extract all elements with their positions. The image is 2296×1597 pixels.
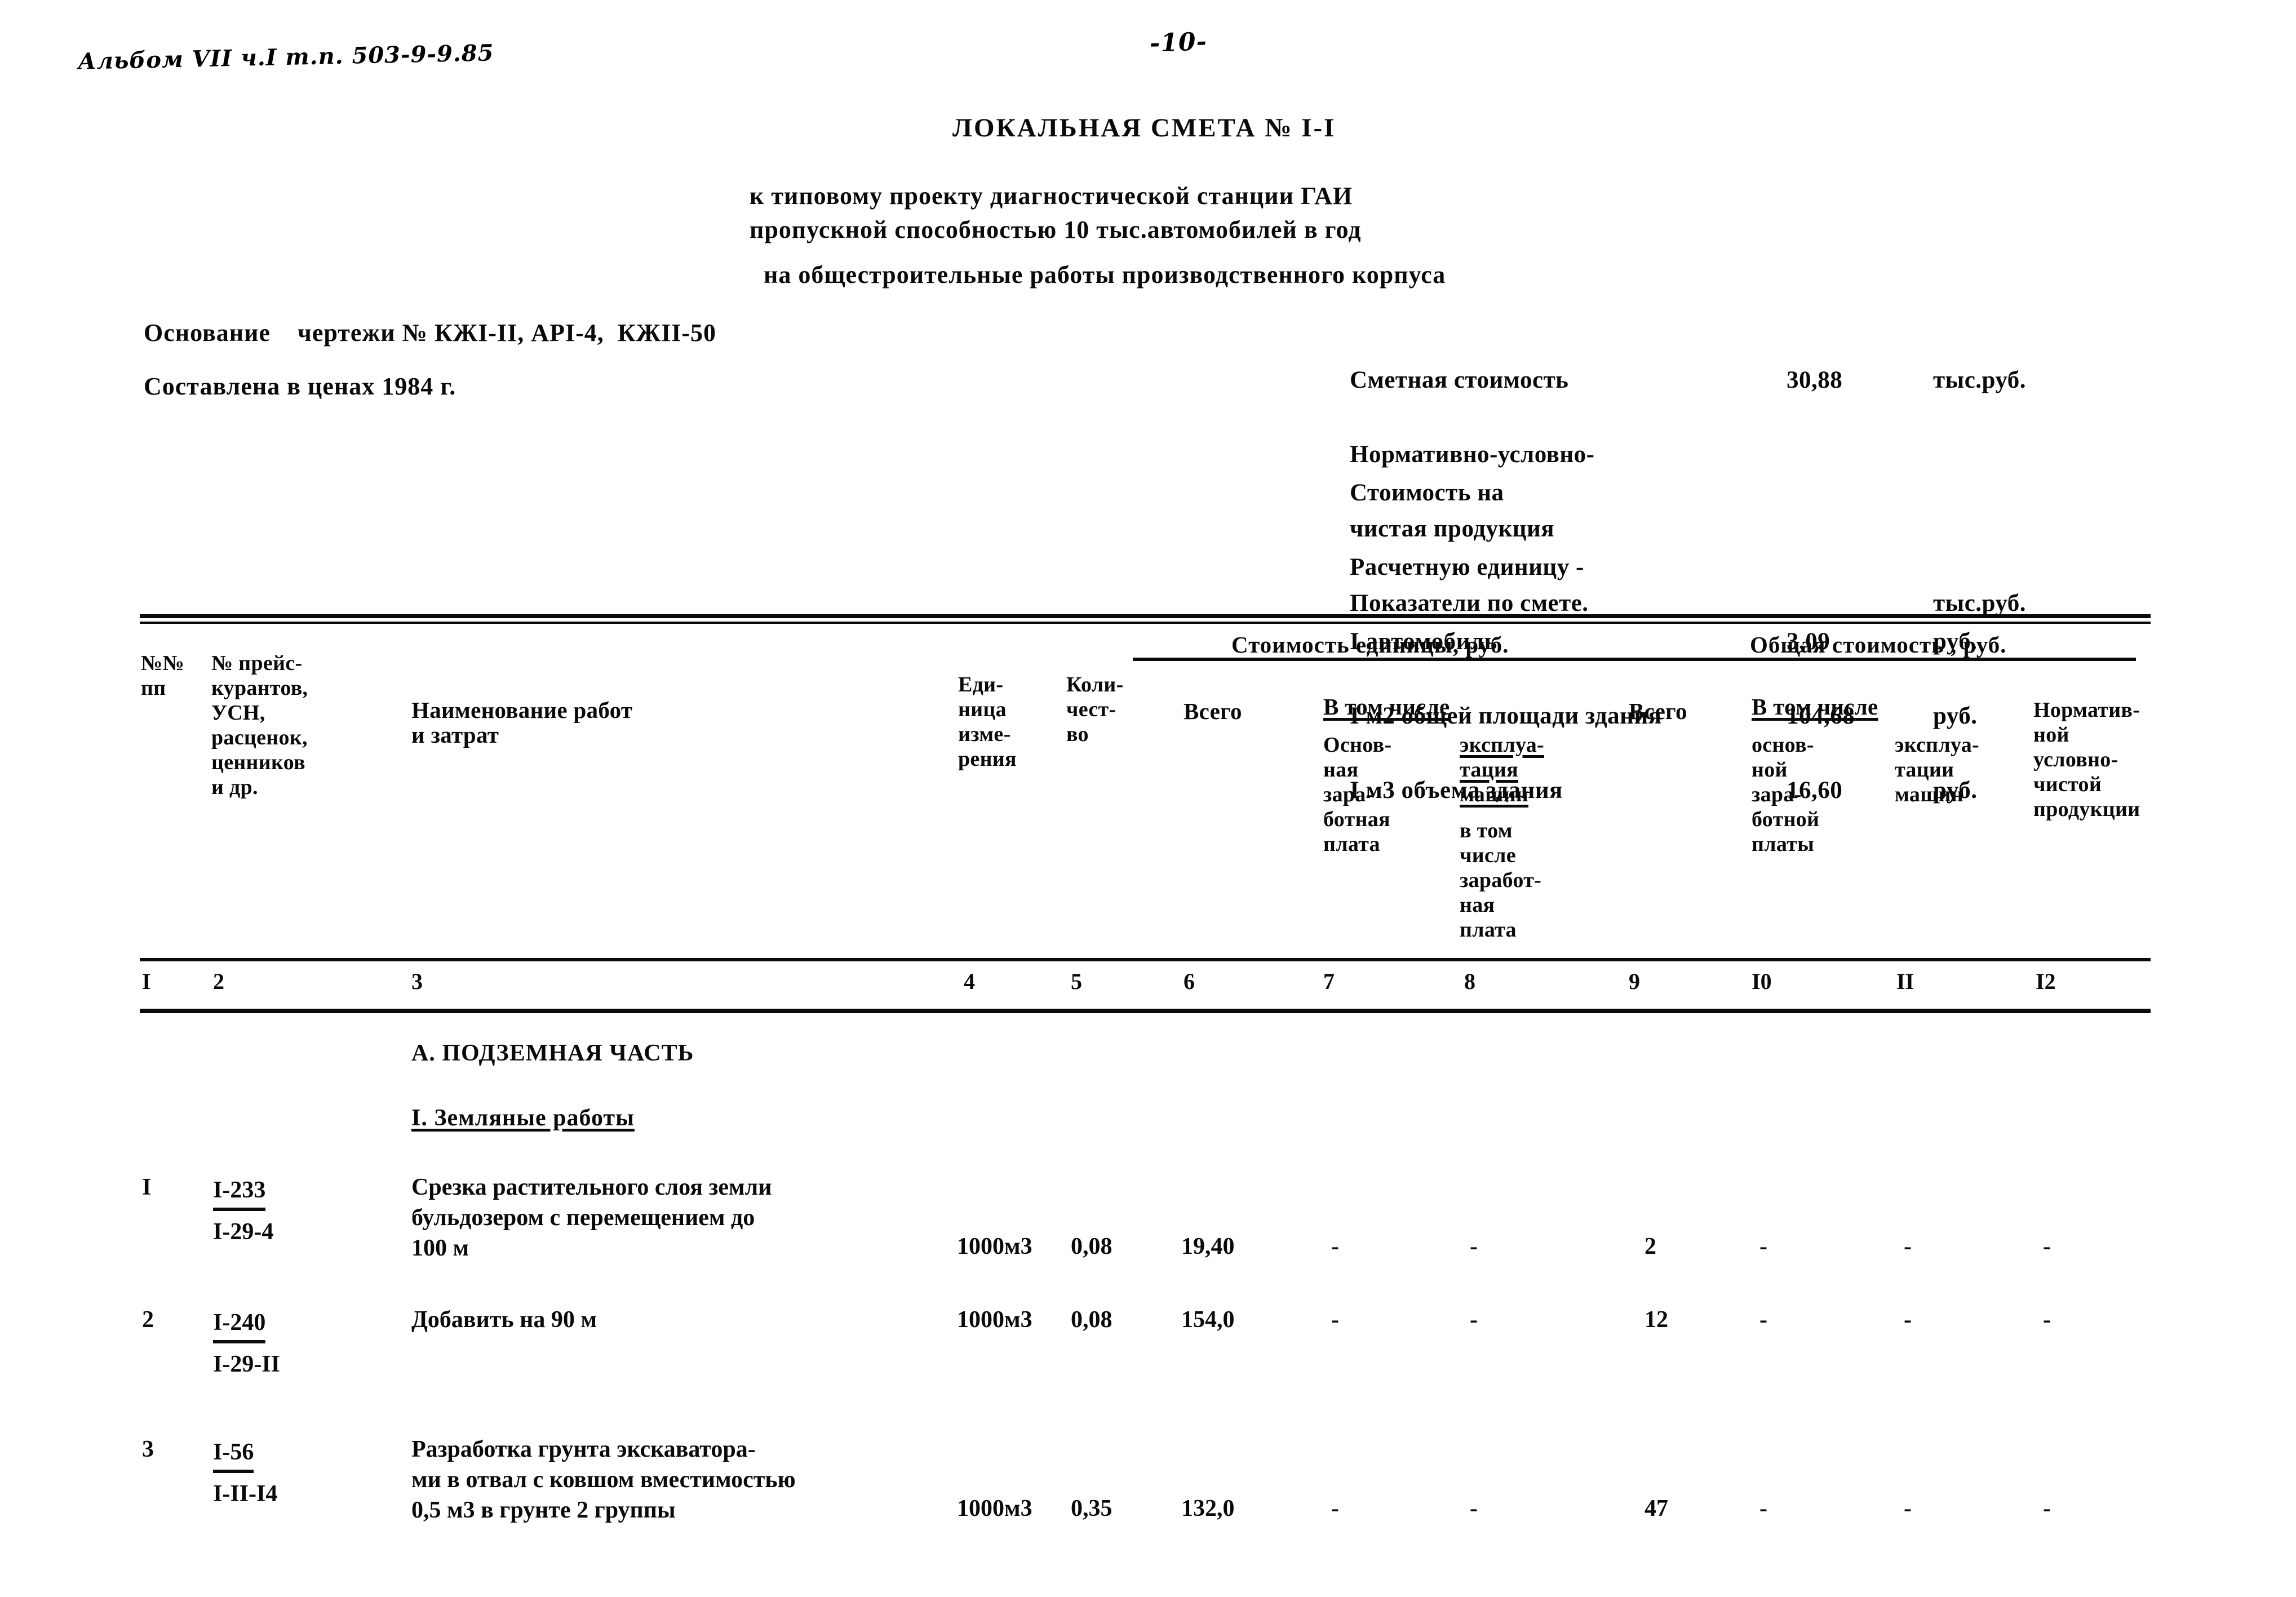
column-number-bottom-rule [140, 1009, 2151, 1013]
table-row-number: I [142, 1174, 152, 1200]
summary-unit: тыс.руб. [1933, 367, 2027, 393]
table-row-unit-machine: - [1470, 1307, 1478, 1333]
column-number-top-rule [140, 958, 2151, 961]
code-denominator: I-29-II [213, 1351, 281, 1377]
page-title: ЛОКАЛЬНАЯ СМЕТА № I-I [952, 113, 1336, 143]
basis-line: Основание чертежи № КЖI-II, АРI-4, КЖII-… [144, 318, 716, 347]
column-header-1: №№ пп [141, 651, 184, 700]
table-row-qty: 0,08 [1071, 1307, 1112, 1333]
column-number-5: 5 [1071, 969, 1082, 994]
table-row-total-machine: - [1904, 1496, 1912, 1521]
column-number-6: 6 [1184, 969, 1195, 994]
column-header-5: Коли- чест- во [1066, 673, 1124, 746]
subtitle-line-1: к типовому проекту диагностической станц… [750, 179, 1362, 247]
basis-value: чертежи № КЖI-II, АРI-4, КЖII-50 [298, 319, 717, 347]
column-header-2: № прейс- курантов, УСН, расценок, ценник… [211, 651, 308, 799]
table-row-unit-machine: - [1470, 1234, 1478, 1259]
code-numerator: I-233 [213, 1174, 266, 1211]
unit-cost-label: Стоимость на [1350, 480, 1504, 506]
table-row-nucp: - [2043, 1307, 2051, 1333]
unit-cost-label: Расчетную единицу - [1350, 554, 1584, 580]
unit-cost-unit: руб. [1933, 703, 1978, 729]
table-row-description: Разработка грунта экскаватора- ми в отва… [411, 1436, 796, 1523]
page-number: -10- [1149, 27, 1208, 58]
column-header-4: Еди- ница изме- рения [958, 673, 1017, 771]
table-row-unit-total: 132,0 [1181, 1496, 1235, 1521]
table-row-total: 2 [1645, 1234, 1656, 1259]
section-header-earthworks: I. Земляные работы [411, 1105, 635, 1131]
table-row-unit-machine: - [1470, 1496, 1478, 1521]
subtitle-text-1: к типовому проекту диагностической станц… [750, 182, 1353, 210]
document-page: Альбом VII ч.I т.п. 503-9-9.85 -10- ЛОКА… [0, 0, 2296, 1597]
column-header-11: эксплуа- тации машин [1895, 733, 1980, 806]
column-header-10: основ- ной зара- ботной платы [1752, 733, 1820, 856]
table-row-unit-wage: - [1331, 1496, 1339, 1521]
code-denominator: I-29-4 [213, 1219, 274, 1245]
subtitle-line-3: на общестроительные работы производствен… [764, 261, 1446, 289]
code-denominator: I-II-I4 [213, 1481, 278, 1507]
column-number-8: 8 [1464, 969, 1475, 994]
summary-row: Сметная стоимость 30,88 тыс.руб. [1350, 368, 2026, 393]
table-row-unit-total: 19,40 [1181, 1234, 1235, 1259]
table-row-unit: 1000м3 [957, 1234, 1032, 1259]
table-row-total-machine: - [1904, 1307, 1912, 1333]
table-row-unit-wage: - [1331, 1307, 1339, 1333]
column-header-6: Всего [1184, 698, 1242, 724]
column-header-10-group: В том числе [1752, 694, 1878, 720]
table-row-total: 47 [1645, 1496, 1668, 1521]
table-row-nucp: - [2043, 1234, 2051, 1259]
column-header-9: Всего [1629, 698, 1687, 724]
table-row-nucp: - [2043, 1496, 2051, 1521]
column-header-8b: в том числе заработ- ная плата [1460, 819, 1542, 942]
table-row-code: I-233 I-29-4 [213, 1174, 273, 1248]
table-top-rule [140, 614, 2151, 618]
group-header-total-cost: Общая стоимость , руб. [1750, 632, 2007, 658]
column-number-11: II [1896, 969, 1914, 994]
column-number-2: 2 [213, 969, 224, 994]
table-row-unit-wage: - [1331, 1234, 1339, 1259]
prices-line: Составлена в ценах 1984 г. [144, 372, 456, 400]
table-row-total: 12 [1645, 1307, 1668, 1333]
column-number-12: I2 [2036, 969, 2056, 994]
table-row-description: Добавить на 90 м [411, 1307, 597, 1333]
column-number-1: I [142, 969, 151, 994]
table-row-total-machine: - [1904, 1234, 1912, 1259]
unit-cost-row: Стоимость на [1350, 481, 1504, 505]
table-row-unit: 1000м3 [957, 1307, 1032, 1333]
column-header-7-group: В том числе [1323, 694, 1450, 720]
code-numerator: I-56 [213, 1436, 254, 1473]
table-top-rule-2 [140, 622, 2151, 624]
table-row-total-wage: - [1759, 1496, 1767, 1521]
section-header-underground: А. ПОДЗЕМНАЯ ЧАСТЬ [411, 1040, 694, 1066]
column-header-12: Норматив- ной условно- чистой продукции [2033, 698, 2140, 821]
summary-unit: тыс.руб. [1933, 590, 2027, 616]
basis-label: Основание [144, 319, 271, 347]
table-row-qty: 0,35 [1071, 1496, 1112, 1521]
column-number-3: 3 [411, 969, 423, 994]
table-row-code: I-240 I-29-II [213, 1306, 280, 1381]
table-row-code: I-56 I-II-I4 [213, 1436, 277, 1510]
table-row-total-wage: - [1759, 1307, 1767, 1333]
summary-label: Сметная стоимость [1350, 367, 1569, 393]
code-numerator: I-240 [213, 1306, 266, 1343]
summary-value: 30,88 [1787, 367, 1843, 393]
column-header-7: Основ- ная зара- ботная плата [1323, 733, 1392, 856]
column-number-9: 9 [1629, 969, 1640, 994]
group-header-unit-cost: Стоимость единицы, руб. [1231, 632, 1509, 658]
table-row-qty: 0,08 [1071, 1234, 1112, 1259]
column-number-10: I0 [1752, 969, 1772, 994]
table-row-total-wage: - [1759, 1234, 1767, 1259]
unit-cost-row: Расчетную единицу - [1350, 555, 1584, 580]
subtitle-text-2: пропускной способностью 10 тыс.автомобил… [750, 216, 1362, 243]
table-row-number: 2 [142, 1307, 154, 1333]
table-row-unit-total: 154,0 [1181, 1307, 1235, 1333]
table-row-unit: 1000м3 [957, 1496, 1032, 1521]
table-row-description: Срезка растительного слоя земли бульдозе… [411, 1174, 772, 1261]
album-annotation: Альбом VII ч.I т.п. 503-9-9.85 [77, 39, 494, 75]
table-row-number: 3 [142, 1436, 154, 1462]
column-number-4: 4 [964, 969, 975, 994]
column-header-8a: эксплуа- тация машин [1460, 733, 1545, 806]
column-number-7: 7 [1323, 969, 1335, 994]
column-header-3: Наименование работ и затрат [411, 697, 633, 748]
